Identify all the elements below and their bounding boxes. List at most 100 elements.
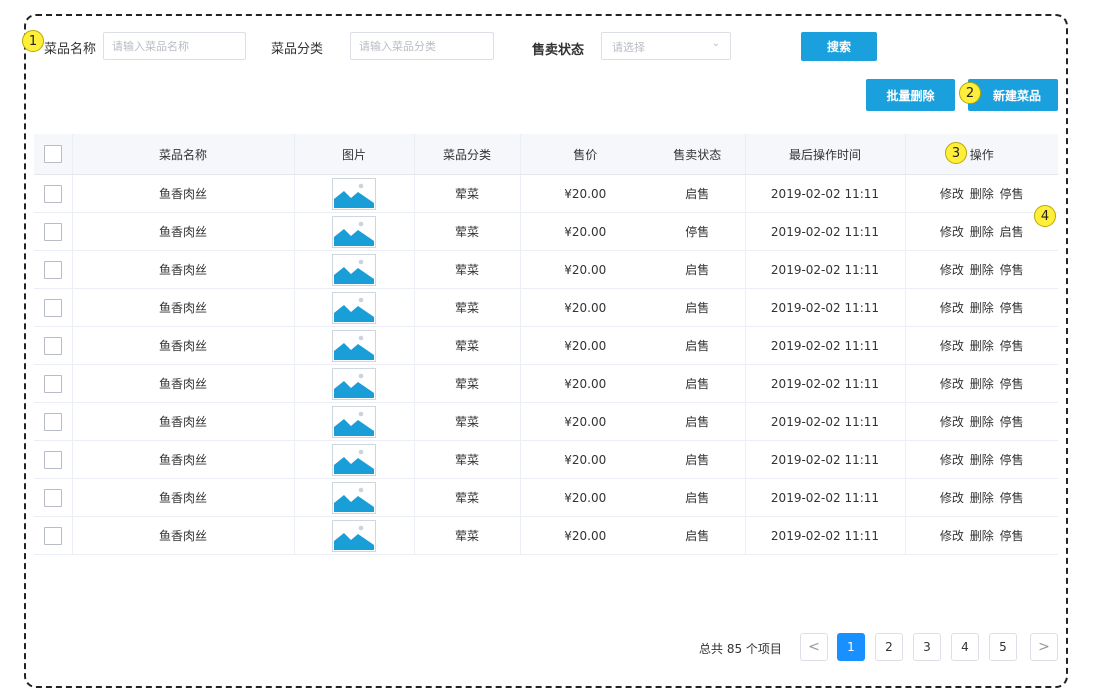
delete-link[interactable]: 删除 [970, 491, 994, 505]
delete-link[interactable]: 删除 [970, 415, 994, 429]
status-select-placeholder: 请选择 [612, 41, 645, 54]
table-row: 鱼香肉丝 荤菜 ¥20.00 启售 2019-02-02 11:11 修改 删除 停售 [34, 364, 1058, 403]
image-placeholder-icon [332, 177, 376, 210]
row-checkbox[interactable] [43, 412, 62, 431]
dish-ops-cell: 修改 删除 停售 [905, 174, 1058, 213]
dish-category-cell: 荤菜 [414, 326, 521, 365]
dish-category-cell: 荤菜 [414, 516, 521, 555]
pagination-prev-button[interactable]: < [800, 633, 828, 661]
image-placeholder-icon [332, 253, 376, 286]
table-row: 鱼香肉丝 荤菜 ¥20.00 启售 2019-02-02 11:11 修改 删除 停售 [34, 288, 1058, 327]
dish-category-cell: 荤菜 [414, 174, 521, 213]
dish-updated-cell: 2019-02-02 11:11 [745, 288, 906, 327]
dish-name-cell: 鱼香肉丝 [72, 402, 295, 441]
pagination-page-5[interactable]: 5 [989, 633, 1017, 661]
row-checkbox[interactable] [43, 526, 62, 545]
delete-link[interactable]: 删除 [970, 339, 994, 353]
dish-price-cell: ¥20.00 [520, 288, 650, 327]
select-all-checkbox[interactable] [43, 145, 62, 163]
dish-price-cell: ¥20.00 [520, 212, 650, 251]
dish-category-cell: 荤菜 [414, 288, 521, 327]
toggle-sale-link[interactable]: 启售 [1000, 225, 1024, 239]
edit-link[interactable]: 修改 [940, 225, 964, 239]
delete-link[interactable]: 删除 [970, 263, 994, 277]
batch-delete-button[interactable]: 批量删除 [866, 79, 955, 111]
pagination-page-4[interactable]: 4 [951, 633, 979, 661]
dish-status-cell: 启售 [650, 250, 746, 289]
dish-name-cell: 鱼香肉丝 [72, 440, 295, 479]
delete-link[interactable]: 删除 [970, 377, 994, 391]
row-checkbox[interactable] [43, 450, 62, 469]
chevron-down-icon: ⌄ [711, 38, 720, 49]
dish-image-cell [294, 478, 415, 517]
row-checkbox[interactable] [43, 222, 62, 241]
row-checkbox-cell [34, 402, 73, 441]
dish-name-cell: 鱼香肉丝 [72, 288, 295, 327]
edit-link[interactable]: 修改 [940, 453, 964, 467]
dish-name-cell: 鱼香肉丝 [72, 250, 295, 289]
row-checkbox-cell [34, 288, 73, 327]
dish-name-input[interactable] [103, 32, 246, 60]
dish-name-cell: 鱼香肉丝 [72, 478, 295, 517]
dish-status-cell: 启售 [650, 440, 746, 479]
edit-link[interactable]: 修改 [940, 301, 964, 315]
image-placeholder-icon [332, 405, 376, 438]
table-header-row: 菜品名称 图片 菜品分类 售价 售卖状态 最后操作时间 操作 [34, 134, 1058, 175]
toggle-sale-link[interactable]: 停售 [1000, 263, 1024, 277]
dish-price-cell: ¥20.00 [520, 440, 650, 479]
delete-link[interactable]: 删除 [970, 301, 994, 315]
status-select[interactable]: 请选择 ⌄ [601, 32, 731, 60]
new-dish-button[interactable]: 新建菜品 [968, 79, 1058, 111]
annotation-marker-4: 4 [1034, 205, 1056, 227]
row-checkbox[interactable] [43, 488, 62, 507]
category-input[interactable] [350, 32, 494, 60]
row-checkbox-cell [34, 212, 73, 251]
pagination-next-button[interactable]: > [1030, 633, 1058, 661]
delete-link[interactable]: 删除 [970, 453, 994, 467]
pagination-page-3[interactable]: 3 [913, 633, 941, 661]
toggle-sale-link[interactable]: 停售 [1000, 529, 1024, 543]
pagination-page-1[interactable]: 1 [837, 633, 865, 661]
row-checkbox[interactable] [43, 184, 62, 203]
edit-link[interactable]: 修改 [940, 491, 964, 505]
edit-link[interactable]: 修改 [940, 377, 964, 391]
search-button[interactable]: 搜索 [801, 32, 877, 61]
delete-link[interactable]: 删除 [970, 529, 994, 543]
dish-name-cell: 鱼香肉丝 [72, 516, 295, 555]
dish-updated-cell: 2019-02-02 11:11 [745, 250, 906, 289]
dish-status-cell: 启售 [650, 174, 746, 213]
header-image: 图片 [294, 134, 415, 175]
dish-updated-cell: 2019-02-02 11:11 [745, 174, 906, 213]
dish-category-cell: 荤菜 [414, 478, 521, 517]
table-row: 鱼香肉丝 荤菜 ¥20.00 启售 2019-02-02 11:11 修改 删除 停售 [34, 250, 1058, 289]
dish-image-cell [294, 516, 415, 555]
toggle-sale-link[interactable]: 停售 [1000, 453, 1024, 467]
row-checkbox[interactable] [43, 374, 62, 393]
row-checkbox[interactable] [43, 298, 62, 317]
dish-status-cell: 停售 [650, 212, 746, 251]
toggle-sale-link[interactable]: 停售 [1000, 377, 1024, 391]
dish-image-cell [294, 440, 415, 479]
edit-link[interactable]: 修改 [940, 187, 964, 201]
annotation-marker-1: 1 [22, 30, 44, 52]
image-placeholder-icon [332, 519, 376, 552]
edit-link[interactable]: 修改 [940, 263, 964, 277]
dish-ops-cell: 修改 删除 停售 [905, 288, 1058, 327]
dish-category-cell: 荤菜 [414, 250, 521, 289]
pagination-page-2[interactable]: 2 [875, 633, 903, 661]
image-placeholder-icon [332, 443, 376, 476]
row-checkbox[interactable] [43, 260, 62, 279]
edit-link[interactable]: 修改 [940, 339, 964, 353]
toggle-sale-link[interactable]: 停售 [1000, 187, 1024, 201]
toggle-sale-link[interactable]: 停售 [1000, 415, 1024, 429]
row-checkbox[interactable] [43, 336, 62, 355]
dish-updated-cell: 2019-02-02 11:11 [745, 212, 906, 251]
delete-link[interactable]: 删除 [970, 187, 994, 201]
edit-link[interactable]: 修改 [940, 415, 964, 429]
table-row: 鱼香肉丝 荤菜 ¥20.00 启售 2019-02-02 11:11 修改 删除 停售 [34, 326, 1058, 365]
edit-link[interactable]: 修改 [940, 529, 964, 543]
delete-link[interactable]: 删除 [970, 225, 994, 239]
toggle-sale-link[interactable]: 停售 [1000, 339, 1024, 353]
toggle-sale-link[interactable]: 停售 [1000, 301, 1024, 315]
toggle-sale-link[interactable]: 停售 [1000, 491, 1024, 505]
